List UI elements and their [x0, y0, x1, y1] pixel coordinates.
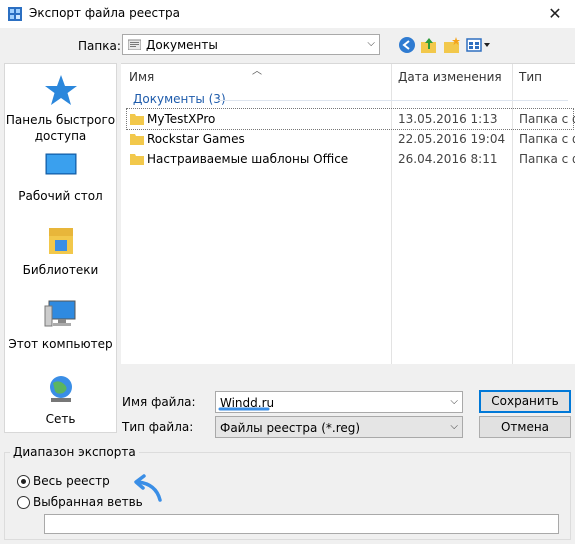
- file-row[interactable]: MyTestXPro 13.05.2016 1:13 Папка с ф: [126, 108, 575, 130]
- folder-label: Папка:: [78, 39, 121, 53]
- file-date: 13.05.2016 1:13: [398, 112, 498, 126]
- group-divider: [218, 100, 568, 101]
- save-button[interactable]: Сохранить: [479, 390, 571, 413]
- place-label: Сеть: [45, 412, 76, 426]
- file-date: 26.04.2016 8:11: [398, 152, 498, 166]
- file-type: Папка с ф: [519, 152, 575, 166]
- file-name: Настраиваемые шаблоны Office: [147, 152, 349, 166]
- place-label: Этот компьютер: [8, 337, 113, 351]
- place-label: Библиотеки: [22, 263, 99, 277]
- filetype-value: Файлы реестра (*.reg): [220, 421, 361, 435]
- sort-ascending-icon: ︿: [252, 66, 262, 77]
- folder-icon: [130, 154, 144, 165]
- file-row[interactable]: Настраиваемые шаблоны Office 26.04.2016 …: [127, 149, 575, 169]
- network-icon: [49, 376, 72, 402]
- window-title: Экспорт файла реестра: [29, 6, 181, 20]
- view-menu-icon[interactable]: [466, 36, 492, 54]
- libraries-icon: [48, 228, 73, 254]
- folder-icon: [130, 114, 144, 125]
- up-folder-icon[interactable]: [420, 36, 438, 54]
- place-this-pc[interactable]: Этот компьютер: [5, 296, 116, 352]
- places-bar: Панель быстрого доступа Рабочий стол Биб…: [4, 63, 117, 433]
- filetype-label: Тип файла:: [122, 420, 194, 434]
- export-range-legend: Диапазон экспорта: [10, 445, 139, 459]
- radio-all-registry-label[interactable]: Весь реестр: [33, 474, 110, 488]
- file-name: MyTestXPro: [147, 112, 216, 126]
- computer-icon: [44, 300, 75, 327]
- file-type: Папка с ф: [519, 132, 575, 146]
- group-header[interactable]: Документы (3): [133, 92, 226, 106]
- chevron-down-icon[interactable]: ⌵: [450, 396, 458, 407]
- chevron-down-icon: ⌵: [450, 421, 458, 432]
- star-icon: [44, 75, 77, 105]
- filename-label: Имя файла:: [122, 395, 196, 409]
- file-name: Rockstar Games: [147, 132, 245, 146]
- branch-path-input[interactable]: [44, 514, 559, 534]
- radio-all-registry[interactable]: [17, 475, 30, 488]
- new-folder-icon[interactable]: [443, 36, 461, 54]
- documents-icon: [128, 39, 141, 50]
- horizontal-scrollbar[interactable]: [121, 364, 575, 381]
- folder-select[interactable]: Документы ⌵: [122, 34, 380, 55]
- place-label: Рабочий стол: [18, 189, 103, 203]
- cancel-button[interactable]: Отмена: [479, 416, 571, 438]
- folder-icon: [130, 134, 144, 145]
- registry-editor-icon: [8, 7, 22, 21]
- place-quick-access[interactable]: Панель быстрого доступа: [5, 72, 116, 144]
- radio-dot: [21, 479, 26, 484]
- column-header-type[interactable]: Тип: [519, 70, 542, 84]
- desktop-icon: [45, 153, 76, 175]
- close-button[interactable]: ✕: [540, 2, 570, 26]
- radio-selected-branch-label[interactable]: Выбранная ветвь: [33, 495, 143, 509]
- radio-selected-branch[interactable]: [17, 496, 30, 509]
- underline-annotation: [218, 407, 270, 411]
- chevron-down-icon: ⌵: [367, 38, 375, 49]
- place-network[interactable]: Сеть: [5, 371, 116, 427]
- place-label: Панель быстрого доступа: [5, 113, 116, 143]
- column-header-name[interactable]: Имя: [129, 70, 154, 84]
- file-date: 22.05.2016 19:04: [398, 132, 506, 146]
- file-row[interactable]: Rockstar Games 22.05.2016 19:04 Папка с …: [127, 129, 575, 149]
- file-list[interactable]: Имя ︿ Дата изменения Тип Документы (3) M…: [121, 63, 575, 365]
- back-icon[interactable]: [398, 36, 416, 54]
- folder-value: Документы: [146, 38, 218, 52]
- place-desktop[interactable]: Рабочий стол: [5, 148, 116, 204]
- column-header-date[interactable]: Дата изменения: [398, 70, 502, 84]
- place-libraries[interactable]: Библиотеки: [5, 222, 116, 278]
- file-type: Папка с ф: [519, 112, 575, 126]
- filetype-select[interactable]: Файлы реестра (*.reg) ⌵: [215, 416, 463, 438]
